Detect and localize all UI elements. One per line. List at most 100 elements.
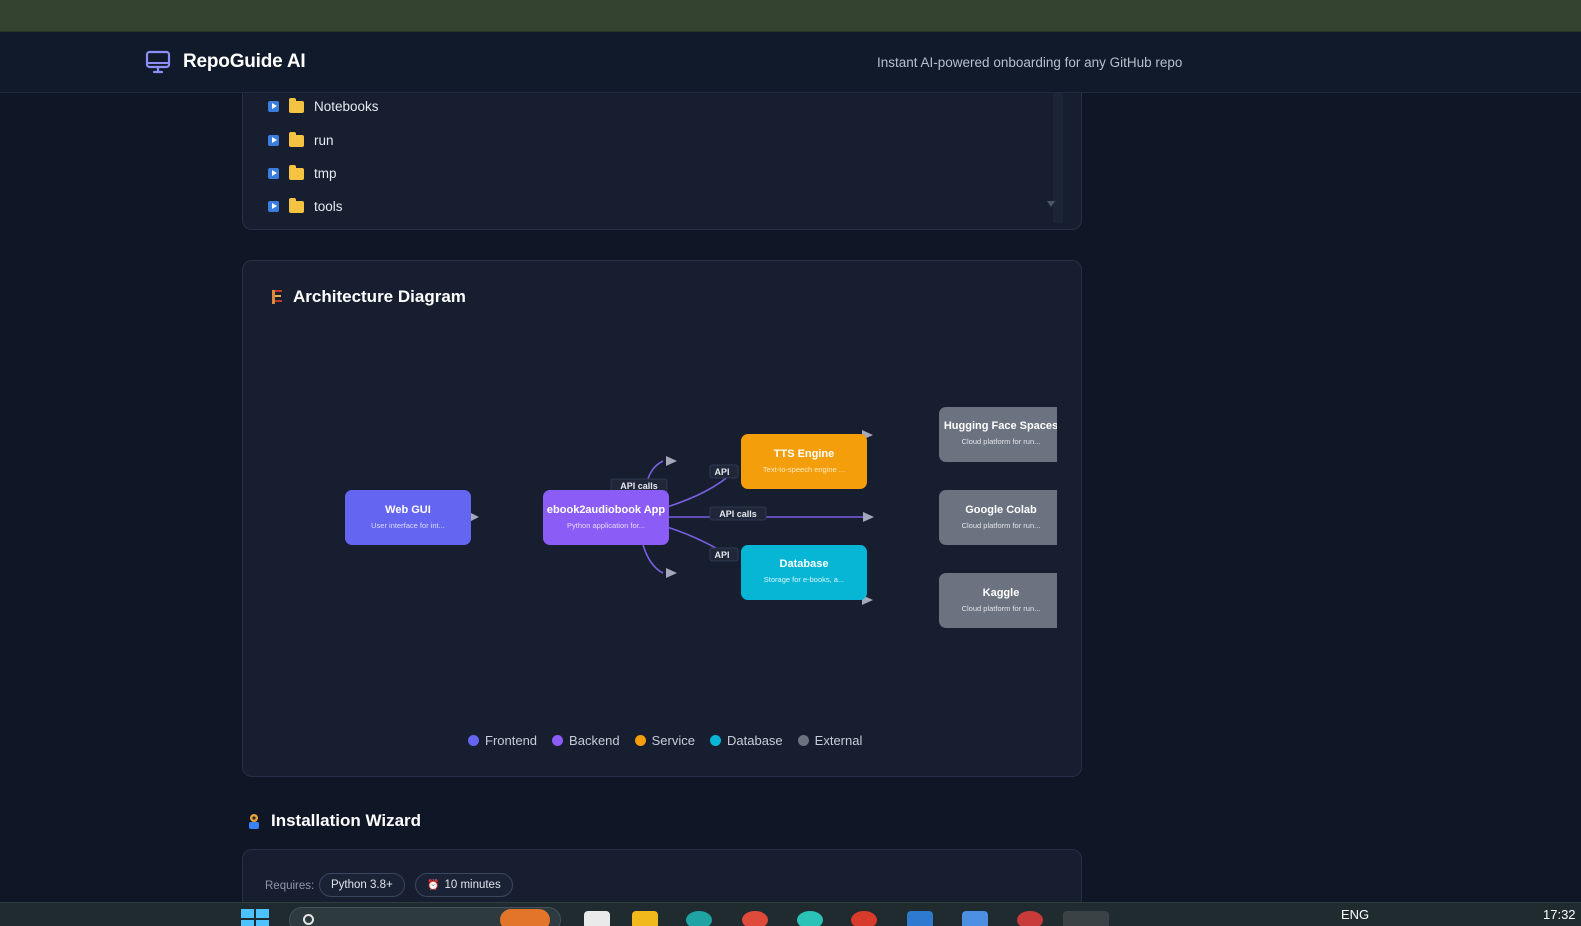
architecture-title-text: Architecture Diagram — [293, 287, 466, 306]
windows-start-icon[interactable] — [241, 909, 269, 926]
taskbar-app-vscode-icon[interactable] — [907, 911, 933, 926]
architecture-title: Architecture Diagram — [269, 287, 466, 307]
tree-item-tools[interactable]: tools — [268, 197, 343, 214]
node-title: Hugging Face Spaces — [944, 420, 1058, 432]
tree-item-tmp[interactable]: tmp — [268, 164, 337, 181]
python-requirement-pill: Python 3.8+ — [319, 873, 405, 897]
search-icon — [303, 914, 314, 925]
node-desc: User interface for int... — [371, 521, 445, 530]
edge-label-middle: API calls — [719, 509, 757, 519]
expand-arrow-icon[interactable] — [268, 168, 279, 179]
file-tree-card: Notebooks run tmp tools — [242, 70, 1082, 230]
edge-label-top: API calls — [620, 481, 658, 491]
arrowhead-icon — [666, 456, 677, 466]
monitor-icon — [145, 50, 171, 74]
legend-item-service: Service — [634, 733, 695, 748]
node-web-gui[interactable]: Web GUI User interface for int... — [345, 490, 471, 545]
taskbar-app-notepad-icon[interactable] — [584, 911, 610, 926]
tree-item-label: tmp — [314, 166, 337, 181]
node-desc: Python application for... — [567, 521, 645, 530]
edge-label-tts: API — [714, 467, 729, 477]
expand-arrow-icon[interactable] — [268, 101, 279, 112]
tree-item-run[interactable]: run — [268, 131, 334, 148]
time-estimate-pill: ⏰ 10 minutes — [415, 873, 513, 897]
search-highlight-image — [500, 909, 550, 926]
legend-item-frontend: Frontend — [468, 733, 537, 748]
node-title: TTS Engine — [774, 448, 835, 460]
brand[interactable]: RepoGuide AI — [145, 49, 306, 75]
expand-arrow-icon[interactable] — [268, 135, 279, 146]
taskbar-app-browser-icon[interactable] — [797, 911, 823, 926]
node-tts[interactable]: TTS Engine Text-to-speech engine ... — [741, 434, 867, 489]
legend-dot — [634, 735, 646, 746]
legend-item-backend: Backend — [552, 733, 620, 748]
scroll-down-arrow-icon[interactable] — [1047, 201, 1055, 207]
legend-label: External — [814, 733, 863, 748]
wizard-icon — [249, 814, 259, 829]
taskbar-app-chrome-profile-icon[interactable] — [1017, 911, 1043, 926]
architecture-card: API calls API API calls API Web GUI User… — [242, 260, 1082, 777]
folder-icon — [289, 164, 304, 180]
taskbar-app-active-icon[interactable] — [1063, 911, 1109, 926]
legend-dot — [797, 735, 809, 746]
folder-icon — [289, 97, 304, 113]
node-google-colab[interactable]: Google Colab Cloud platform for run... — [939, 490, 1065, 545]
tree-item-notebooks[interactable]: Notebooks — [268, 97, 379, 114]
node-desc: Storage for e-books, a... — [764, 575, 844, 584]
node-kaggle[interactable]: Kaggle Cloud platform for run... — [939, 573, 1065, 628]
system-clock[interactable]: 17:32 — [1543, 907, 1576, 922]
node-hugging-face-spaces[interactable]: Hugging Face Spaces Cloud platform for r… — [939, 407, 1065, 462]
node-desc: Cloud platform for run... — [962, 604, 1041, 613]
tree-item-label: tools — [314, 199, 343, 214]
requires-label: Requires: — [265, 880, 315, 892]
folder-icon — [289, 197, 304, 213]
node-title: Google Colab — [965, 504, 1037, 516]
legend-dot — [468, 735, 479, 746]
time-pill-text: 10 minutes — [444, 879, 501, 891]
legend-dot — [552, 735, 564, 746]
node-app[interactable]: ebook2audiobook App Python application f… — [543, 490, 669, 545]
arrowhead-icon — [863, 512, 874, 522]
alarm-clock-icon: ⏰ — [427, 879, 440, 891]
language-indicator[interactable]: ENG — [1341, 907, 1369, 922]
node-title: ebook2audiobook App — [547, 504, 665, 516]
node-database[interactable]: Database Storage for e-books, a... — [741, 545, 867, 600]
node-desc: Cloud platform for run... — [962, 521, 1041, 530]
taskbar-app-edge-icon[interactable] — [686, 911, 712, 926]
installation-title-text: Installation Wizard — [271, 811, 422, 830]
header-tagline: Instant AI-powered onboarding for any Gi… — [877, 55, 1183, 70]
legend-label: Backend — [569, 733, 620, 748]
edge-label-db: API — [714, 550, 729, 560]
taskbar-app-calendar-icon[interactable] — [962, 911, 988, 926]
edge-app-bottom — [642, 544, 664, 574]
node-title: Kaggle — [983, 587, 1020, 599]
node-desc: Text-to-speech engine ... — [763, 465, 845, 474]
diagram-legend: Frontend Backend Service Database Extern… — [468, 733, 862, 748]
legend-label: Service — [651, 733, 695, 748]
legend-label: Frontend — [485, 733, 538, 748]
node-desc: Cloud platform for run... — [962, 437, 1041, 446]
installation-title: Installation Wizard — [245, 811, 421, 831]
taskbar-app-file-explorer-icon[interactable] — [632, 911, 658, 926]
legend-item-database: Database — [710, 733, 783, 748]
legend-label: Database — [727, 733, 783, 748]
legend-dot — [710, 735, 721, 746]
expand-arrow-icon[interactable] — [268, 201, 279, 212]
taskbar-app-chrome-icon[interactable] — [742, 911, 768, 926]
building-icon — [272, 290, 282, 304]
legend-item-external: External — [797, 733, 863, 748]
taskbar-app-avatar-icon[interactable] — [851, 911, 877, 926]
architecture-diagram[interactable]: API calls API API calls API Web GUI User… — [243, 261, 1082, 777]
node-title: Database — [780, 558, 829, 570]
brand-name: RepoGuide AI — [183, 51, 306, 72]
tree-item-label: run — [314, 133, 334, 148]
folder-icon — [289, 131, 304, 147]
arrowhead-icon — [666, 568, 677, 578]
installation-card: Requires: Python 3.8+ ⏰ 10 minutes — [242, 849, 1082, 909]
browser-top-bar — [0, 0, 1581, 32]
app-header: RepoGuide AI Instant AI-powered onboardi… — [0, 32, 1581, 93]
tree-item-label: Notebooks — [314, 99, 379, 114]
node-title: Web GUI — [385, 504, 431, 516]
python-pill-text: Python 3.8+ — [331, 879, 393, 891]
taskbar: ENG 17:32 — [0, 902, 1581, 926]
